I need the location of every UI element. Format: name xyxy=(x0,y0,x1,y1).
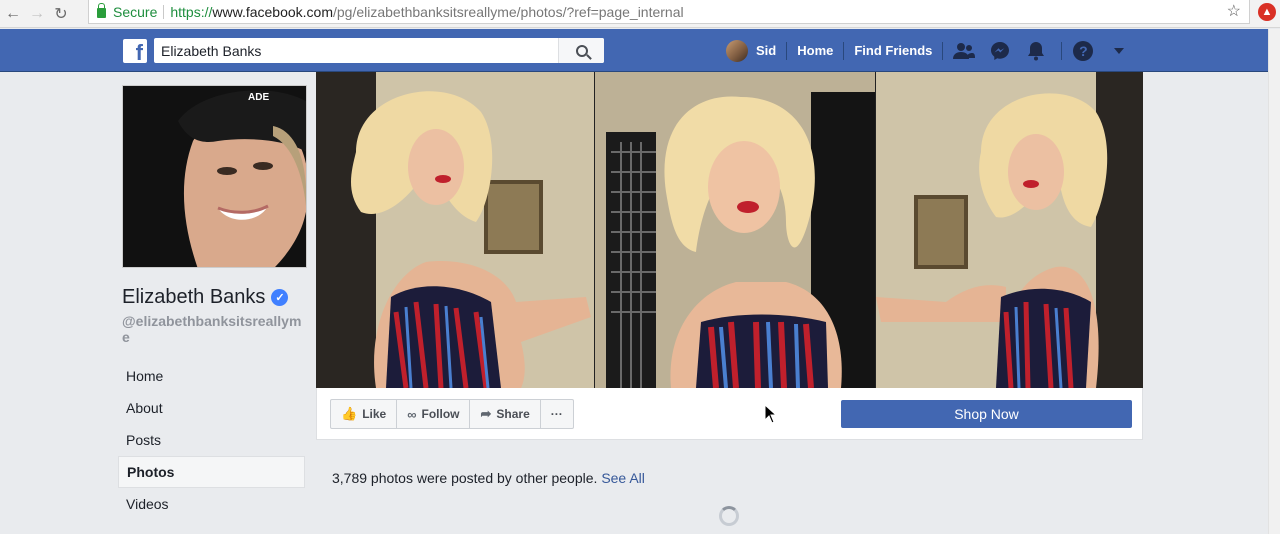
address-separator xyxy=(163,4,165,19)
sidebar-item-posts[interactable]: Posts xyxy=(118,424,305,456)
help-icon[interactable]: ? xyxy=(1072,40,1094,62)
lock-icon xyxy=(97,3,106,18)
top-nav: Sid Home Find Friends ? xyxy=(726,29,1144,72)
page-sidebar-nav: Home About Posts Photos Videos xyxy=(118,360,305,520)
address-bar[interactable]: Secure https://www.facebook.com/pg/eliza… xyxy=(88,0,1250,24)
nav-divider xyxy=(786,41,788,60)
page-title: Elizabeth Banks ✓ xyxy=(122,286,289,309)
cover-photo[interactable] xyxy=(316,72,1143,388)
url-path: /pg/elizabethbanksitsreallyme/photos/?re… xyxy=(333,3,684,20)
sidebar-item-about[interactable]: About xyxy=(118,392,305,424)
mouse-cursor-icon xyxy=(764,404,778,424)
search-icon xyxy=(575,44,588,57)
photos-count-label: 3,789 photos were posted by other people… xyxy=(332,470,598,486)
profile-link[interactable]: Sid xyxy=(756,43,776,58)
back-icon[interactable]: ← xyxy=(2,3,24,25)
follow-button[interactable]: ∞ Follow xyxy=(397,400,471,428)
messenger-icon[interactable] xyxy=(989,40,1011,62)
facebook-logo-icon[interactable]: f xyxy=(123,39,147,63)
profile-picture[interactable]: ADE xyxy=(122,85,307,268)
friend-requests-icon[interactable] xyxy=(953,40,976,62)
share-button[interactable]: ➦ Share xyxy=(470,400,541,428)
forward-icon[interactable]: → xyxy=(26,3,48,25)
more-options-icon: ··· xyxy=(550,407,563,421)
page-action-bar: 👍 Like ∞ Follow ➦ Share ··· Shop Now xyxy=(316,388,1143,440)
home-link[interactable]: Home xyxy=(797,43,833,58)
like-button[interactable]: 👍 Like xyxy=(331,400,398,428)
verified-badge-icon: ✓ xyxy=(271,289,289,306)
photos-count-text: 3,789 photos were posted by other people… xyxy=(332,470,645,486)
nav-divider xyxy=(942,41,944,60)
notifications-icon[interactable] xyxy=(1025,40,1047,62)
url-scheme: https:// xyxy=(170,3,213,20)
svg-text:ADE: ADE xyxy=(248,92,269,103)
avatar[interactable] xyxy=(726,39,748,62)
page-action-buttons: 👍 Like ∞ Follow ➦ Share ··· xyxy=(330,399,574,429)
search-box xyxy=(154,38,604,63)
sidebar-item-videos[interactable]: Videos xyxy=(118,488,305,520)
sidebar-item-home[interactable]: Home xyxy=(118,360,305,392)
reload-icon[interactable]: ↻ xyxy=(50,3,72,25)
thumbs-up-icon: 👍 xyxy=(341,406,358,421)
page-name-text[interactable]: Elizabeth Banks xyxy=(122,286,265,309)
facebook-top-bar: f Sid Home Find Friends ? xyxy=(0,29,1268,72)
page-handle[interactable]: @elizabethbanksitsreallyme xyxy=(122,313,302,345)
like-label: Like xyxy=(362,407,387,421)
more-options-button[interactable]: ··· xyxy=(541,400,573,428)
rss-icon: ∞ xyxy=(407,406,417,422)
extension-icon[interactable]: ▲ xyxy=(1258,3,1276,21)
search-button[interactable] xyxy=(558,38,604,63)
chevron-down-icon[interactable] xyxy=(1108,40,1130,62)
help-glyph: ? xyxy=(1073,40,1094,61)
url-host: www.facebook.com xyxy=(212,3,333,20)
see-all-link[interactable]: See All xyxy=(601,470,645,486)
loading-spinner-icon xyxy=(719,506,739,526)
star-icon[interactable]: ☆ xyxy=(1227,1,1241,21)
sidebar-item-photos[interactable]: Photos xyxy=(118,456,305,488)
scrollbar[interactable] xyxy=(1268,29,1280,534)
follow-label: Follow xyxy=(421,407,460,421)
nav-divider xyxy=(843,41,845,60)
nav-divider xyxy=(1061,41,1063,60)
find-friends-link[interactable]: Find Friends xyxy=(854,43,932,58)
shop-now-button[interactable]: Shop Now xyxy=(841,400,1132,428)
share-label: Share xyxy=(496,407,530,421)
search-input[interactable] xyxy=(154,38,556,63)
share-arrow-icon: ➦ xyxy=(480,406,492,421)
secure-label: Secure xyxy=(113,3,158,20)
